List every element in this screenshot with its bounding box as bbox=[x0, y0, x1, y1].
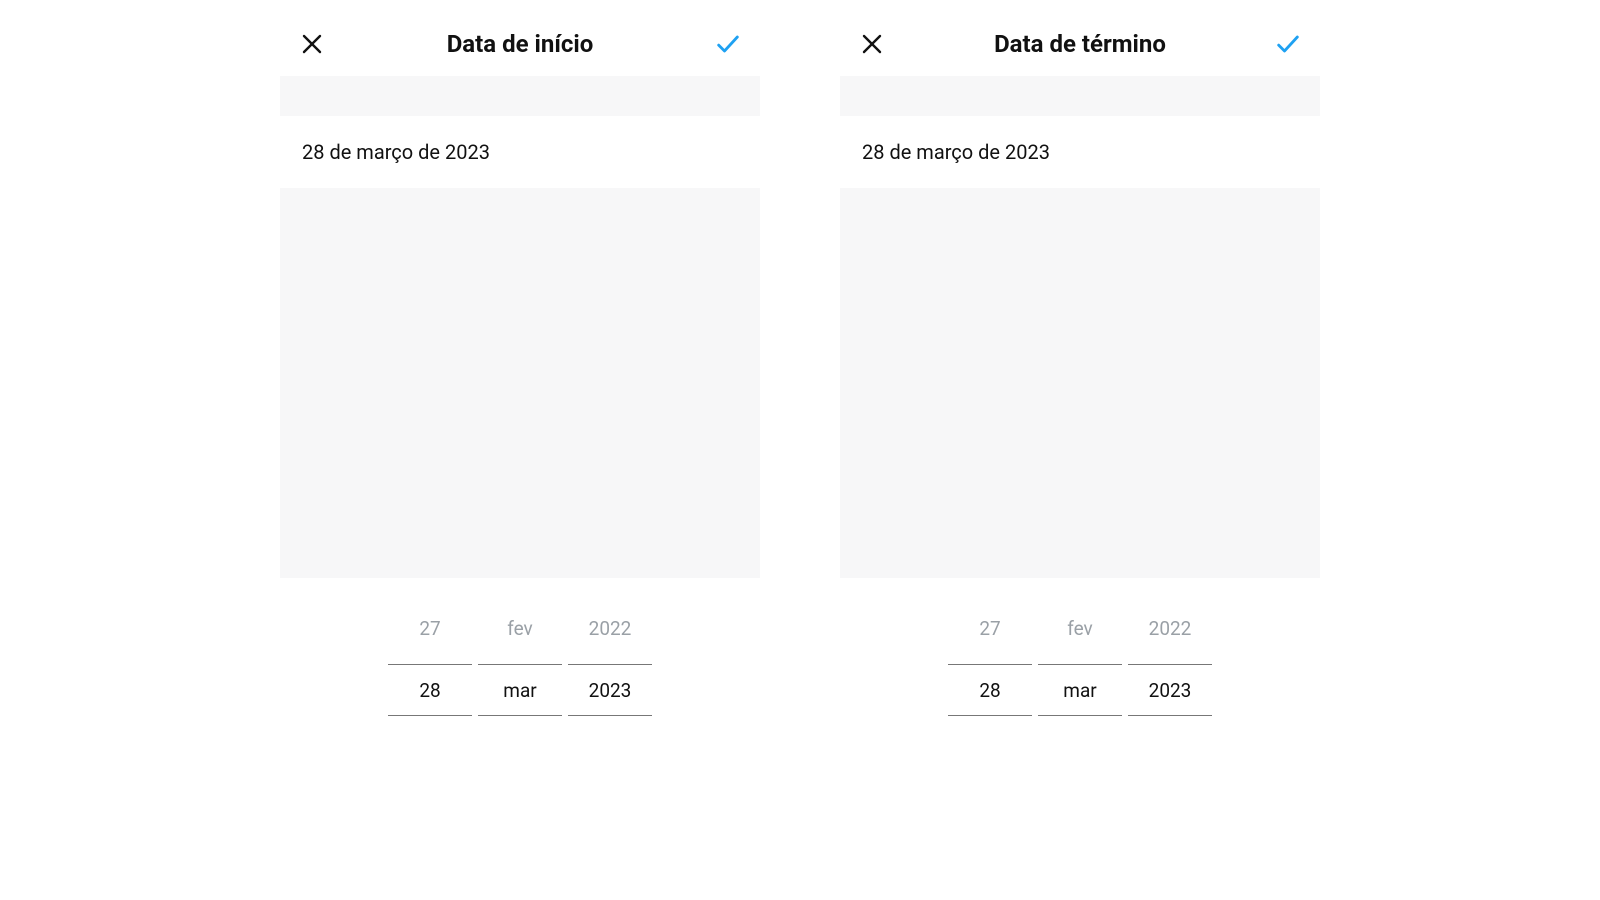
day-prev: 27 bbox=[388, 606, 472, 650]
selected-date-display: 28 de março de 2023 bbox=[840, 116, 1320, 188]
divider-bar bbox=[280, 76, 760, 116]
year-prev: 2022 bbox=[568, 606, 652, 650]
month-selected: mar bbox=[478, 664, 562, 716]
month-prev: fev bbox=[478, 606, 562, 650]
panel-title: Data de início bbox=[328, 30, 712, 58]
month-wheel[interactable]: fev mar bbox=[478, 606, 562, 716]
panel-header: Data de início bbox=[280, 20, 760, 76]
check-icon bbox=[1274, 30, 1302, 58]
close-icon bbox=[860, 32, 884, 56]
year-wheel[interactable]: 2022 2023 bbox=[568, 606, 652, 716]
confirm-button[interactable] bbox=[1272, 28, 1304, 60]
close-button[interactable] bbox=[856, 28, 888, 60]
day-selected: 28 bbox=[388, 664, 472, 716]
selected-date-display: 28 de março de 2023 bbox=[280, 116, 760, 188]
end-date-panel: Data de término 28 de março de 2023 27 2… bbox=[840, 20, 1320, 900]
confirm-button[interactable] bbox=[712, 28, 744, 60]
panel-title: Data de término bbox=[888, 30, 1272, 58]
day-wheel[interactable]: 27 28 bbox=[388, 606, 472, 716]
close-icon bbox=[300, 32, 324, 56]
content-area bbox=[840, 188, 1320, 578]
start-date-panel: Data de início 28 de março de 2023 27 28… bbox=[280, 20, 760, 900]
panel-header: Data de término bbox=[840, 20, 1320, 76]
date-wheel-picker[interactable]: 27 28 fev mar 2022 2023 bbox=[280, 606, 760, 716]
divider-bar bbox=[840, 76, 1320, 116]
day-prev: 27 bbox=[948, 606, 1032, 650]
close-button[interactable] bbox=[296, 28, 328, 60]
month-prev: fev bbox=[1038, 606, 1122, 650]
year-prev: 2022 bbox=[1128, 606, 1212, 650]
year-selected: 2023 bbox=[1128, 664, 1212, 716]
check-icon bbox=[714, 30, 742, 58]
month-wheel[interactable]: fev mar bbox=[1038, 606, 1122, 716]
day-selected: 28 bbox=[948, 664, 1032, 716]
date-wheel-picker[interactable]: 27 28 fev mar 2022 2023 bbox=[840, 606, 1320, 716]
content-area bbox=[280, 188, 760, 578]
day-wheel[interactable]: 27 28 bbox=[948, 606, 1032, 716]
month-selected: mar bbox=[1038, 664, 1122, 716]
year-wheel[interactable]: 2022 2023 bbox=[1128, 606, 1212, 716]
year-selected: 2023 bbox=[568, 664, 652, 716]
